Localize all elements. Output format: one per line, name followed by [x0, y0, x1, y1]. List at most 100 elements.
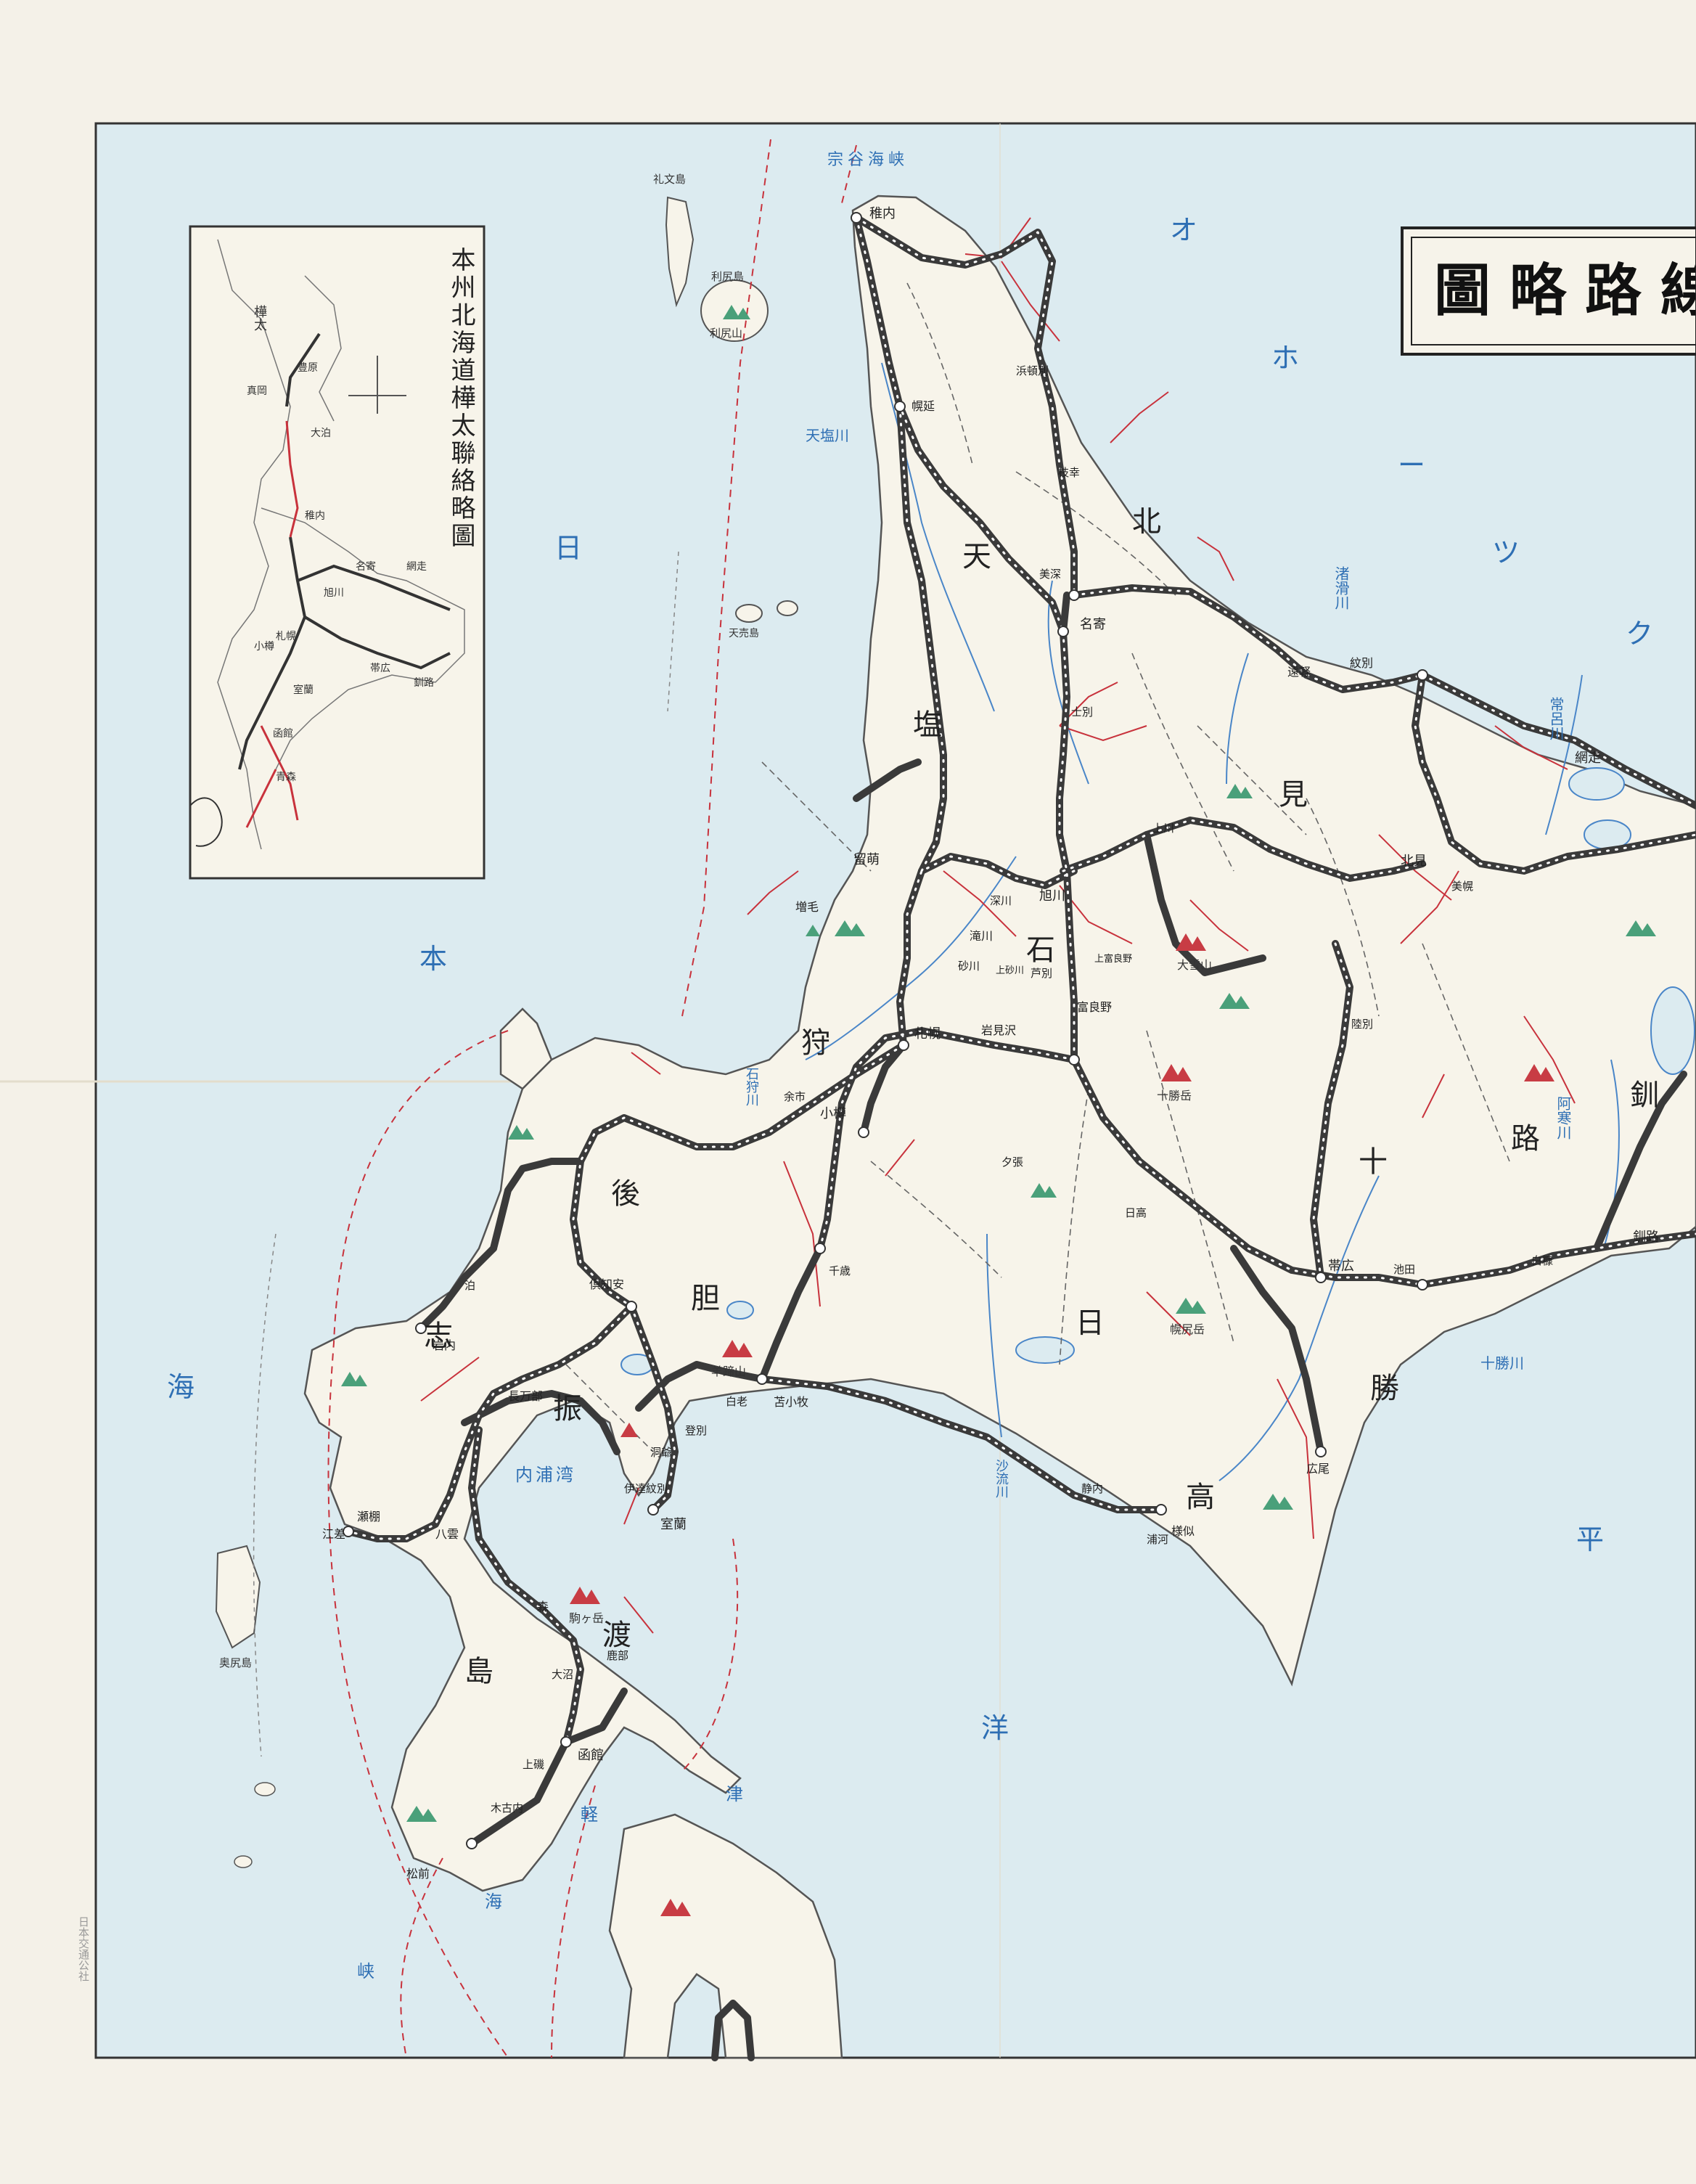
- station-label-fukagawa: 深川: [990, 894, 1012, 907]
- station-label-shibetsu: 士別: [1071, 705, 1094, 719]
- river-label-akan: 阿寒川: [1554, 1096, 1572, 1140]
- region-label-hidaka-1: 日: [1076, 1306, 1105, 1340]
- station-label-monbetsu: 紋別: [1350, 656, 1374, 670]
- region-label-iburi-1: 胆: [691, 1282, 720, 1315]
- station-label-tomakomai: 苫小牧: [774, 1395, 809, 1409]
- station-label-urakawa: 浦河: [1147, 1533, 1169, 1546]
- station-label-chitose: 千歳: [829, 1264, 851, 1277]
- region-label-tokachi-1: 十: [1359, 1145, 1388, 1179]
- river-label-saru: 沙流川: [994, 1459, 1009, 1498]
- inset-label-muroran: 室蘭: [293, 684, 314, 696]
- station-label-kutchan: 倶知安: [589, 1277, 625, 1291]
- station-label-yoichi: 余市: [784, 1090, 806, 1103]
- sea-label-soya-strait: 宗谷海峡: [827, 151, 909, 169]
- mountain-label-yotei: 羊蹄山: [711, 1365, 747, 1378]
- mountain-label-daisetsu: 大雪山: [1177, 958, 1213, 972]
- station-label-kamikawa: 上川: [1152, 822, 1175, 835]
- station-label-hakodate: 函館: [578, 1748, 604, 1763]
- sea-label-pacific-2: 洋: [981, 1712, 1009, 1744]
- station-label-shikabe: 鹿部: [607, 1649, 629, 1662]
- station-label-kushiro: 釧路: [1633, 1230, 1659, 1245]
- island-label-okushiri: 奥尻島: [219, 1656, 253, 1669]
- region-label-teshio-1: 天: [962, 540, 991, 573]
- station-label-samani: 様似: [1171, 1524, 1195, 1538]
- river-label-tokoro: 常呂川: [1547, 697, 1565, 740]
- station-label-hiroo: 広尾: [1306, 1462, 1330, 1476]
- mountain-label-rishiri: 利尻山: [710, 327, 743, 340]
- station-label-toya: 洞爺: [650, 1446, 673, 1459]
- inset-label-wakkanai: 稚内: [305, 510, 325, 522]
- station-label-takikawa: 滝川: [970, 929, 994, 943]
- station-label-engaru: 遠軽: [1287, 665, 1311, 679]
- station-label-noboribetsu: 登別: [685, 1424, 708, 1437]
- river-label-teshio: 天塩川: [806, 427, 849, 444]
- inset-label-karafuto: 樺太: [252, 305, 267, 331]
- station-label-sapporo: 札幌: [914, 1026, 941, 1042]
- station-label-shiranuka: 白糠: [1531, 1254, 1554, 1267]
- sea-label-japan-sea-1: 日: [554, 532, 583, 564]
- teuri-island: [735, 604, 763, 623]
- region-label-ishikari-1: 石: [1026, 933, 1055, 967]
- region-label-shiribeshi-1: 後: [611, 1177, 640, 1211]
- station-label-ikeda: 池田: [1393, 1263, 1416, 1276]
- sea-label-okhotsk-tsu: ツ: [1492, 536, 1520, 568]
- station-label-nayoro: 名寄: [1080, 617, 1106, 632]
- station-label-abashiri: 網走: [1575, 751, 1601, 766]
- station-label-setana: 瀬棚: [357, 1510, 381, 1524]
- printer-note: 日本交通公社: [77, 1916, 90, 1981]
- sea-label-tsugaru-4: 峡: [357, 1961, 374, 1981]
- station-label-muroran: 室蘭: [660, 1517, 687, 1532]
- region-label-oshima-2: 島: [464, 1655, 493, 1688]
- sea-label-tsugaru-1: 津: [726, 1784, 743, 1804]
- mountain-label-poroshiri: 幌尻岳: [1170, 1322, 1205, 1336]
- island-label-rebun: 礼文島: [653, 173, 687, 186]
- station-label-ashibetsu: 芦別: [1031, 967, 1053, 980]
- station-label-sunagawa: 砂川: [958, 960, 980, 973]
- island-label-rishiri: 利尻島: [711, 270, 745, 283]
- station-label-horonobe: 幌延: [912, 399, 935, 413]
- station-label-hidaka-st: 日高: [1125, 1206, 1147, 1219]
- inset-label-obihiro: 帯広: [370, 663, 390, 674]
- inset-label-abashiri: 網走: [406, 561, 427, 573]
- station-label-wakkanai: 稚内: [869, 206, 896, 221]
- inset-label-sapporo: 札幌: [276, 631, 296, 642]
- region-label-kushiro-1: 釧: [1630, 1079, 1659, 1112]
- sea-label-okhotsk-ku: ク: [1626, 618, 1654, 650]
- inset-label-maoka: 真岡: [247, 385, 267, 397]
- inset-label-hakodate: 函館: [273, 728, 293, 740]
- station-label-bifuka: 美深: [1039, 568, 1062, 581]
- sea-label-okhotsk-dash: ー: [1398, 449, 1426, 481]
- station-label-kamisunagawa: 上砂川: [996, 965, 1025, 976]
- station-label-kamifurano: 上富良野: [1094, 954, 1133, 965]
- station-label-esashi: 江差: [322, 1527, 346, 1541]
- mountain-label-komagatake: 駒ヶ岳: [569, 1611, 605, 1625]
- inset-label-aomori: 青森: [276, 772, 296, 783]
- inset-label-otomari: 大泊: [311, 428, 331, 439]
- station-label-kamiiso: 上磯: [523, 1758, 545, 1771]
- station-label-furano: 富良野: [1077, 1000, 1113, 1014]
- station-label-mashike: 増毛: [795, 900, 819, 914]
- station-label-hamatonbetsu: 浜頓別: [1016, 364, 1049, 377]
- inset-label-nayoro: 名寄: [356, 561, 376, 573]
- sea-label-okhotsk-ho: ホ: [1271, 342, 1300, 374]
- station-label-asahikawa: 旭川: [1039, 888, 1065, 904]
- region-label-kitami-2: 見: [1279, 778, 1308, 811]
- station-label-matsumae: 松前: [406, 1867, 430, 1881]
- station-label-yubari: 夕張: [1001, 1156, 1024, 1169]
- station-label-yakumo: 八雲: [435, 1527, 459, 1541]
- inset-title: 本州北海道樺太聯絡略圖: [446, 247, 475, 550]
- station-label-date: 伊達紋別: [624, 1482, 668, 1495]
- sea-label-tsugaru-2: 軽: [581, 1804, 598, 1825]
- island-label-teuri: 天売島: [729, 628, 759, 639]
- region-label-ishikari-2: 狩: [801, 1026, 830, 1060]
- station-label-otaru: 小樽: [820, 1106, 846, 1121]
- station-label-iwanai: 岩内: [433, 1338, 456, 1352]
- sea-label-tsugaru-3: 海: [485, 1891, 502, 1912]
- station-label-obihiro: 帯広: [1328, 1259, 1354, 1274]
- inset-label-asahikawa: 旭川: [324, 587, 344, 599]
- map-title: 線路略圖: [1434, 258, 1695, 324]
- sea-label-japan-sea-3: 海: [167, 1371, 195, 1403]
- station-label-rikubetsu: 陸別: [1351, 1018, 1374, 1031]
- station-label-oshamambe: 長万部: [508, 1389, 544, 1403]
- inset-label-kushiro: 釧路: [414, 677, 434, 689]
